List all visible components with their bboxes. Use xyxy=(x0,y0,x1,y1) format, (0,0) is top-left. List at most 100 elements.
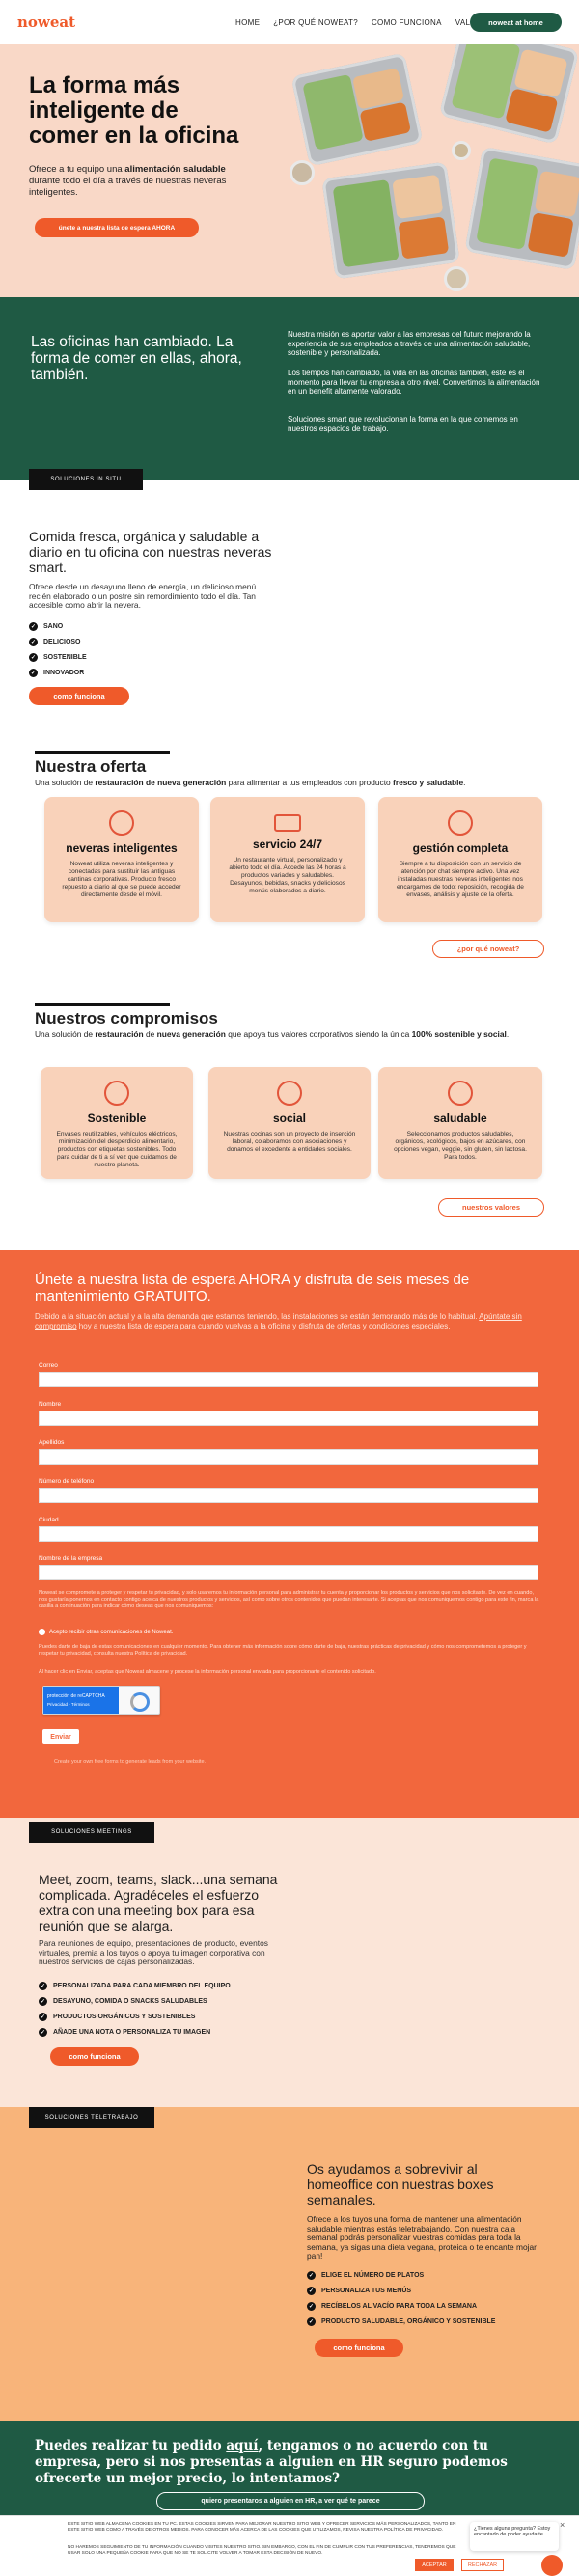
close-icon[interactable]: × xyxy=(560,2520,565,2530)
card-title: gestión completa xyxy=(412,841,509,855)
mission-text-2: Los tiempos han cambiado, la vida en las… xyxy=(288,369,540,396)
chat-launcher-icon[interactable] xyxy=(541,2555,563,2576)
card-text: Nuestras cocinas son un proyecto de inse… xyxy=(223,1131,356,1153)
food-trays-image xyxy=(290,44,579,297)
meetings-text: Para reuniones de equipo, presentaciones… xyxy=(39,1938,268,1967)
oferta-subtitle: Una solución de restauración de nueva ge… xyxy=(35,778,466,787)
logo[interactable]: noweat xyxy=(17,14,75,31)
check-icon: ✓ xyxy=(307,2271,316,2280)
meetings-title: Meet, zoom, teams, slack...una semana co… xyxy=(39,1872,278,1933)
support-icon xyxy=(448,810,473,836)
card-text: Envases reutilizables, vehículos eléctri… xyxy=(56,1131,178,1168)
meetings-section: SOLUCIONES MEETINGS Meet, zoom, teams, s… xyxy=(0,1818,579,2107)
card-title: neveras inteligentes xyxy=(66,841,178,855)
mission-section: Las oficinas han cambiado. La forma de c… xyxy=(0,297,579,480)
meetings-como-funciona-button[interactable]: como funciona xyxy=(50,2047,139,2066)
field-label: Nombre xyxy=(39,1401,62,1408)
recaptcha-widget[interactable]: protección de reCAPTCHA Privacidad - Tér… xyxy=(42,1686,160,1715)
mission-text-1: Nuestra misión es aportar valor a las em… xyxy=(288,330,531,357)
check-item: ✓ DESAYUNO, COMIDA O SNACKS SALUDABLES xyxy=(39,1997,207,2006)
nav-links: HOME ¿POR QUÉ NOWEAT? COMO FUNCIONA VALO… xyxy=(235,18,493,27)
field-label: Correo xyxy=(39,1362,58,1369)
form-title: Únete a nuestra lista de espera AHORA y … xyxy=(35,1272,470,1304)
heart-icon xyxy=(277,1081,302,1106)
order-here-link[interactable]: aquí xyxy=(226,2438,258,2453)
why-noweat-button[interactable]: ¿por qué noweat? xyxy=(432,940,544,958)
meetings-tag: SOLUCIONES MEETINGS xyxy=(29,1822,154,1843)
city-field[interactable] xyxy=(39,1526,538,1542)
telework-checklist: ✓ ELIGE EL NÚMERO DE PLATOS ✓ PERSONALIZA … xyxy=(307,2271,495,2333)
top-nav: noweat HOME ¿POR QUÉ NOWEAT? COMO FUNCIO… xyxy=(0,0,579,44)
values-button[interactable]: nuestros valores xyxy=(438,1198,544,1217)
check-item: ✓ RECÍBELOS AL VACÍO PARA TODA LA SEMANA xyxy=(307,2302,478,2311)
oferta-card-servicio: servicio 24/7 Un restaurante virtual, pe… xyxy=(210,797,365,922)
meetings-checklist: ✓ PERSONALIZADA PARA CADA MIEMBRO DEL EQU… xyxy=(39,1982,231,2043)
check-item: ✓ PRODUCTO SALUDABLE, ORGÁNICO Y SOSTENIB… xyxy=(307,2317,496,2326)
introduce-hr-button[interactable]: quiero presentaros a alguien en HR, a ve… xyxy=(156,2492,425,2510)
check-icon: ✓ xyxy=(29,669,38,677)
leaf-icon xyxy=(104,1081,129,1106)
check-icon: ✓ xyxy=(29,638,38,646)
check-icon: ✓ xyxy=(39,2013,47,2021)
submit-button[interactable]: Enviar xyxy=(42,1729,79,1744)
chat-prompt[interactable]: ¿Tienes alguna pregunta? Estoy encantado… xyxy=(470,2522,559,2551)
email-field[interactable] xyxy=(39,1372,538,1387)
insitu-title: Comida fresca, orgánica y saludable a di… xyxy=(29,529,272,575)
telework-tag: SOLUCIONES TELETRABAJO xyxy=(29,2107,154,2128)
nav-link-home[interactable]: HOME xyxy=(235,18,260,27)
mission-text-3: Soluciones smart que revolucionan la for… xyxy=(288,415,518,433)
recaptcha-label: protección de reCAPTCHA Privacidad - Tér… xyxy=(43,1687,119,1714)
divider xyxy=(35,1003,170,1006)
mission-title: Las oficinas han cambiado. La forma de c… xyxy=(31,334,242,383)
compromiso-card-saludable: saludable Seleccionamos productos saluda… xyxy=(378,1067,542,1179)
waitlist-button[interactable]: únete a nuestra lista de espera AHORA xyxy=(35,218,199,237)
oferta-title: Nuestra oferta xyxy=(35,757,147,776)
card-text: Seleccionamos productos saludables, orgá… xyxy=(394,1131,527,1161)
legal-text-1: Noweat se compromete a proteger y respet… xyxy=(39,1590,539,1609)
insitu-tag: SOLUCIONES IN SITU xyxy=(29,469,143,490)
check-icon: ✓ xyxy=(307,2287,316,2295)
card-text: Un restaurante virtual, personalizado y … xyxy=(229,857,346,894)
telework-section: SOLUCIONES TELETRABAJO Os ayudamos a sob… xyxy=(0,2107,579,2421)
divider xyxy=(35,751,170,754)
card-title: Sostenible xyxy=(87,1111,147,1125)
oferta-card-gestion: gestión completa Siempre a tu disposició… xyxy=(378,797,542,922)
cookie-banner: ESTE SITIO WEB ALMACENA COOKIES EN TU PC… xyxy=(0,2515,579,2576)
phone-field[interactable] xyxy=(39,1488,538,1503)
hero-text: Ofrece a tu equipo una alimentación salu… xyxy=(29,164,227,198)
nav-link-how[interactable]: COMO FUNCIONA xyxy=(372,18,442,27)
reject-cookies-button[interactable]: RECHAZAR xyxy=(461,2559,504,2571)
telework-como-funciona-button[interactable]: como funciona xyxy=(315,2339,403,2357)
field-label: Apellidos xyxy=(39,1439,65,1446)
company-field[interactable] xyxy=(39,1565,538,1580)
check-icon: ✓ xyxy=(39,1982,47,1990)
compromisos-subtitle: Una solución de restauración de nueva ge… xyxy=(35,1029,510,1039)
como-funciona-button[interactable]: como funciona xyxy=(29,687,129,705)
card-title: servicio 24/7 xyxy=(252,837,323,851)
accept-cookies-button[interactable]: ACEPTAR xyxy=(415,2559,454,2571)
insitu-checklist: ✓ SANO ✓ DELICIOSO ✓ SOSTENIBLE ✓ INNOVADOR xyxy=(29,622,87,684)
noweat-at-home-button[interactable]: noweat at home xyxy=(470,13,562,32)
check-icon: ✓ xyxy=(39,1997,47,2006)
field-label: Ciudad xyxy=(39,1517,59,1523)
consent-checkbox[interactable] xyxy=(39,1629,45,1635)
check-item: ✓ PERSONALIZADA PARA CADA MIEMBRO DEL EQU… xyxy=(39,1982,231,1990)
check-icon: ✓ xyxy=(39,2028,47,2037)
check-item: ✓ INNOVADOR xyxy=(29,669,85,677)
last-name-field[interactable] xyxy=(39,1449,538,1465)
check-icon: ✓ xyxy=(29,653,38,662)
legal-text-3: Al hacer clic en Enviar, aceptas que Now… xyxy=(39,1669,376,1675)
card-title: social xyxy=(272,1111,307,1125)
check-icon: ✓ xyxy=(29,622,38,631)
nav-link-why[interactable]: ¿POR QUÉ NOWEAT? xyxy=(273,18,358,27)
cookie-text-1: ESTE SITIO WEB ALMACENA COOKIES EN TU PC… xyxy=(68,2522,456,2534)
consent-label: Acepto recibir otras comunicaciones de N… xyxy=(49,1629,174,1635)
fridge-icon xyxy=(109,810,134,836)
hubspot-link[interactable]: Create your own free forms to generate l… xyxy=(54,1759,206,1765)
field-label: Número de teléfono xyxy=(39,1478,95,1485)
telework-text: Ofrece a los tuyos una forma de mantener… xyxy=(307,2214,537,2261)
waitlist-form-section: Únete a nuestra lista de espera AHORA y … xyxy=(0,1250,579,1818)
recaptcha-icon xyxy=(130,1692,150,1712)
hero-section: La forma más inteligente de comer en la … xyxy=(0,44,579,297)
first-name-field[interactable] xyxy=(39,1411,538,1426)
